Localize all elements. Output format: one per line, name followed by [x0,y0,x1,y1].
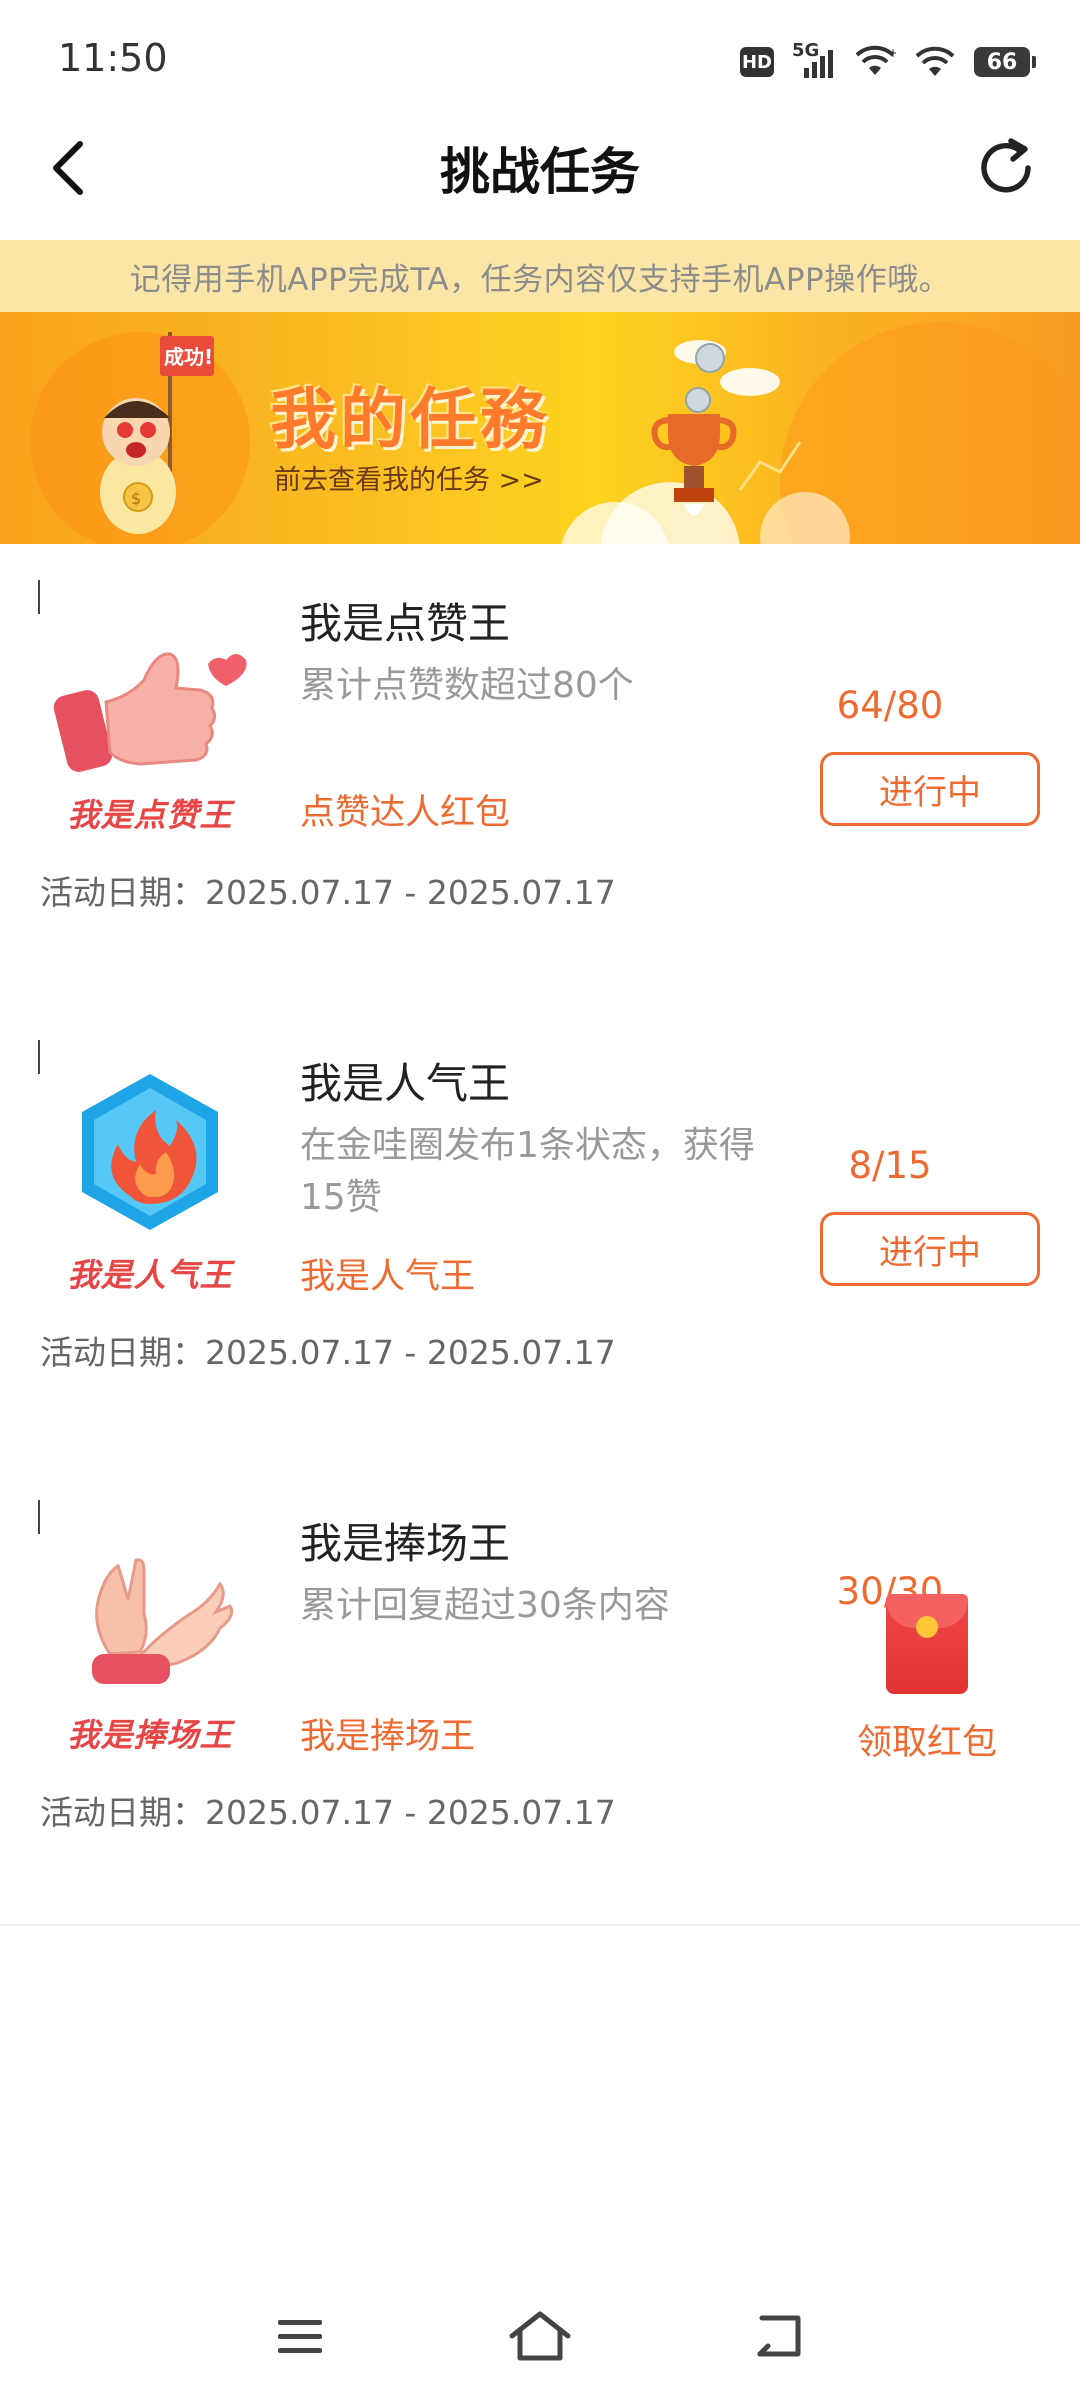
wifi-signal-icon: + [855,45,896,75]
wifi-icon [915,46,955,76]
task-art-label: 我是点赞王 [67,796,233,834]
notice-bar: 记得用手机APP完成TA，任务内容仅支持手机APP操作哦。 [0,240,1080,312]
menu-icon [278,2320,322,2353]
task-progress: 8/15 [848,1144,932,1187]
battery-level: 66 [986,49,1018,75]
svg-text:$: $ [131,489,141,508]
task-card[interactable]: 我是点赞王 我是点赞王 累计点赞数超过80个 点赞达人红包 64/80 进行中 … [0,544,1080,1006]
task-name: 我是点赞王 [300,599,511,648]
task-description: 累计回复超过30条内容 [300,1585,670,1626]
my-tasks-banner[interactable]: 成功! $ 我的任務 前去查看我的任务 >> [0,312,1080,544]
task-date: 活动日期：2025.07.17 - 2025.07.17 [40,873,616,912]
mascot-flag-illustration: 成功! $ [100,332,214,534]
task-date: 活动日期：2025.07.17 - 2025.07.17 [40,1793,616,1832]
task-art-label: 我是人气王 [67,1256,233,1294]
task-name: 我是捧场王 [300,1519,511,1568]
task-description: 累计点赞数超过80个 [300,665,634,706]
banner-subtitle-link[interactable]: 前去查看我的任务 >> [274,458,544,497]
task-description: 在金哇圈发布1条状态，获得15赞 [300,1125,755,1218]
page-title: 挑战任务 [440,143,640,201]
cellular-5g-icon: 5G [792,40,836,80]
task-art-label: 我是捧场王 [67,1716,233,1754]
refresh-icon [981,138,1031,193]
task-progress: 64/80 [836,684,944,727]
task-date: 活动日期：2025.07.17 - 2025.07.17 [40,1333,616,1372]
task-reward: 点赞达人红包 [300,793,511,833]
claim-red-envelope-button[interactable]: 领取红包 [820,1714,1034,1765]
thumbs-up-icon [53,652,247,772]
trophy-rocket-illustration [651,340,802,516]
home-nav-button[interactable] [500,2300,580,2372]
battery-icon: 66 [974,47,1036,77]
status-time: 11:50 [58,36,168,80]
banner-title: 我的任務 [270,381,550,458]
in-progress-button[interactable]: 进行中 [820,752,1040,826]
red-envelope-icon[interactable] [886,1594,968,1694]
home-icon [509,2311,571,2361]
task-card[interactable]: 我是人气王 我是人气王 在金哇圈发布1条状态，获得15赞 我是人气王 8/15 … [0,1004,1080,1466]
back-nav-button[interactable] [740,2300,820,2372]
envelope-coin [916,1616,938,1638]
network-type: 5G [792,40,820,61]
task-card[interactable]: 我是捧场王 我是捧场王 累计回复超过30条内容 我是捧场王 30/30 领取红包… [0,1464,1080,1926]
in-progress-button[interactable]: 进行中 [820,1212,1040,1286]
clapping-hands-icon [92,1558,234,1684]
task-reward: 我是人气王 [300,1257,476,1297]
system-navigation-bar [0,2280,1080,2390]
task-reward: 我是捧场王 [300,1717,476,1757]
menu-nav-button[interactable] [260,2300,340,2372]
task-name: 我是人气王 [300,1059,511,1108]
back-arrow-icon [757,2315,801,2357]
refresh-button[interactable] [966,128,1046,208]
flame-hexagon-icon [82,1074,218,1230]
flag-text: 成功! [164,345,213,369]
hd-icon: HD [740,47,774,77]
svg-text:+: + [888,46,896,60]
status-icons: HD 5G + 66 [740,40,1036,84]
